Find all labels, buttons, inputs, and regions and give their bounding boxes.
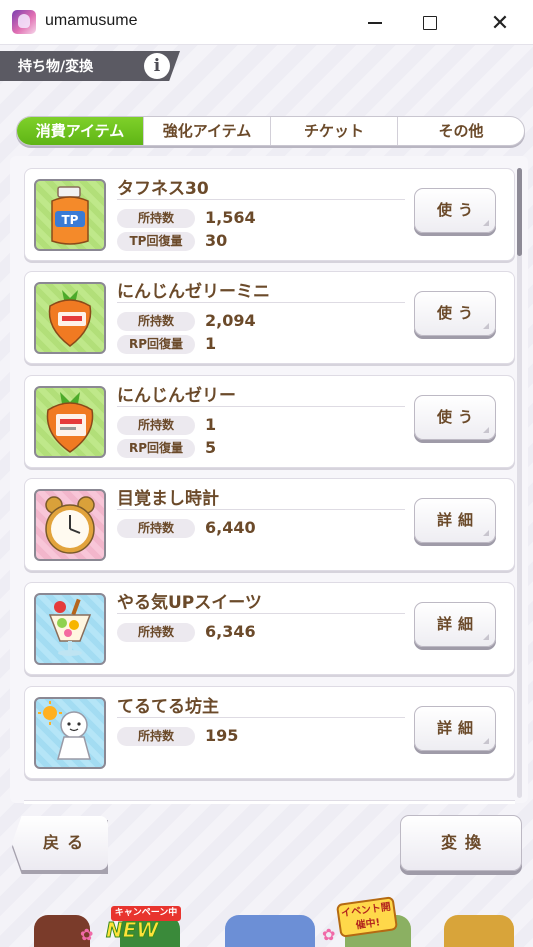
details-button[interactable]: 詳細 <box>414 602 496 647</box>
tab-bar: 消費アイテム 強化アイテム チケット その他 <box>16 116 525 146</box>
stat-value: 1,564 <box>205 208 256 227</box>
stat-value: 6,440 <box>205 518 256 537</box>
carrot-jelly-mini-icon <box>34 282 106 354</box>
item-name: やる気UPスイーツ <box>117 593 262 613</box>
app-icon <box>12 10 36 34</box>
use-button[interactable]: 使う <box>414 395 496 440</box>
stat-label: 所持数 <box>117 623 195 642</box>
scrollbar-thumb[interactable] <box>517 168 522 256</box>
divider <box>117 717 405 718</box>
window-title: umamusume <box>45 12 138 29</box>
ribbon-icon: ✿ <box>80 925 94 944</box>
stat-label: 所持数 <box>117 519 195 538</box>
race-icon[interactable] <box>444 915 514 947</box>
tab-tickets[interactable]: チケット <box>270 117 397 145</box>
list-item: 目覚まし時計 所持数 6,440 詳細 <box>24 478 515 571</box>
item-name: にんじんゼリーミニ <box>117 282 270 302</box>
stat-value: 30 <box>205 231 228 250</box>
close-button[interactable]: ✕ <box>485 8 515 38</box>
new-badge: NEW <box>105 918 159 943</box>
home-building-icon[interactable] <box>225 915 315 947</box>
carrot-jelly-icon <box>34 386 106 458</box>
parfait-icon <box>34 593 106 665</box>
alarm-clock-icon <box>34 489 106 561</box>
stat-label: RP回復量 <box>117 335 195 354</box>
stat-label: 所持数 <box>117 312 195 331</box>
ribbon-icon: ✿ <box>322 925 336 944</box>
stat-value: 2,094 <box>205 311 256 330</box>
maximize-button[interactable] <box>415 8 445 38</box>
stat-label: 所持数 <box>117 416 195 435</box>
tab-enhancement[interactable]: 強化アイテム <box>143 117 270 145</box>
stat-value: 1 <box>205 415 217 434</box>
minimize-button[interactable] <box>360 8 390 38</box>
tp-bottle-icon: TP <box>34 179 106 251</box>
divider <box>117 406 405 407</box>
maximize-icon <box>423 16 437 30</box>
item-name: タフネス30 <box>117 179 209 199</box>
divider <box>117 613 405 614</box>
convert-button[interactable]: 変換 <box>400 815 522 871</box>
page-title: 持ち物/変換 <box>18 59 94 75</box>
use-button[interactable]: 使う <box>414 188 496 233</box>
stat-value: 195 <box>205 726 239 745</box>
window-titlebar: umamusume ✕ <box>0 0 533 45</box>
stat-value: 1 <box>205 334 217 353</box>
stat-value: 5 <box>205 438 217 457</box>
details-button[interactable]: 詳細 <box>414 706 496 751</box>
list-item: TP タフネス30 所持数 1,564 TP回復量 30 使う <box>24 168 515 261</box>
list-item-partial <box>24 800 515 804</box>
divider <box>117 509 405 510</box>
back-button[interactable]: 戻る <box>12 816 108 870</box>
list-item: にんじんゼリー 所持数 1 RP回復量 5 使う <box>24 375 515 468</box>
teru-teru-bozu-icon <box>34 697 106 769</box>
use-button[interactable]: 使う <box>414 291 496 336</box>
divider <box>117 302 405 303</box>
tab-consumables[interactable]: 消費アイテム <box>17 117 143 145</box>
svg-text:TP: TP <box>62 213 79 227</box>
divider <box>117 199 405 200</box>
stat-value: 6,346 <box>205 622 256 641</box>
stat-label: RP回復量 <box>117 439 195 458</box>
tab-other[interactable]: その他 <box>397 117 524 145</box>
item-name: 目覚まし時計 <box>117 489 219 509</box>
details-button[interactable]: 詳細 <box>414 498 496 543</box>
item-name: にんじんゼリー <box>117 386 236 406</box>
list-item: てるてる坊主 所持数 195 詳細 <box>24 686 515 779</box>
stat-label: 所持数 <box>117 209 195 228</box>
stat-label: 所持数 <box>117 727 195 746</box>
list-item: やる気UPスイーツ 所持数 6,346 詳細 <box>24 582 515 675</box>
minimize-icon <box>368 22 382 24</box>
stat-label: TP回復量 <box>117 232 195 251</box>
info-button[interactable]: i <box>144 53 170 79</box>
scrollbar-track[interactable] <box>517 168 522 798</box>
item-name: てるてる坊主 <box>117 697 219 717</box>
list-item: にんじんゼリーミニ 所持数 2,094 RP回復量 1 使う <box>24 271 515 364</box>
